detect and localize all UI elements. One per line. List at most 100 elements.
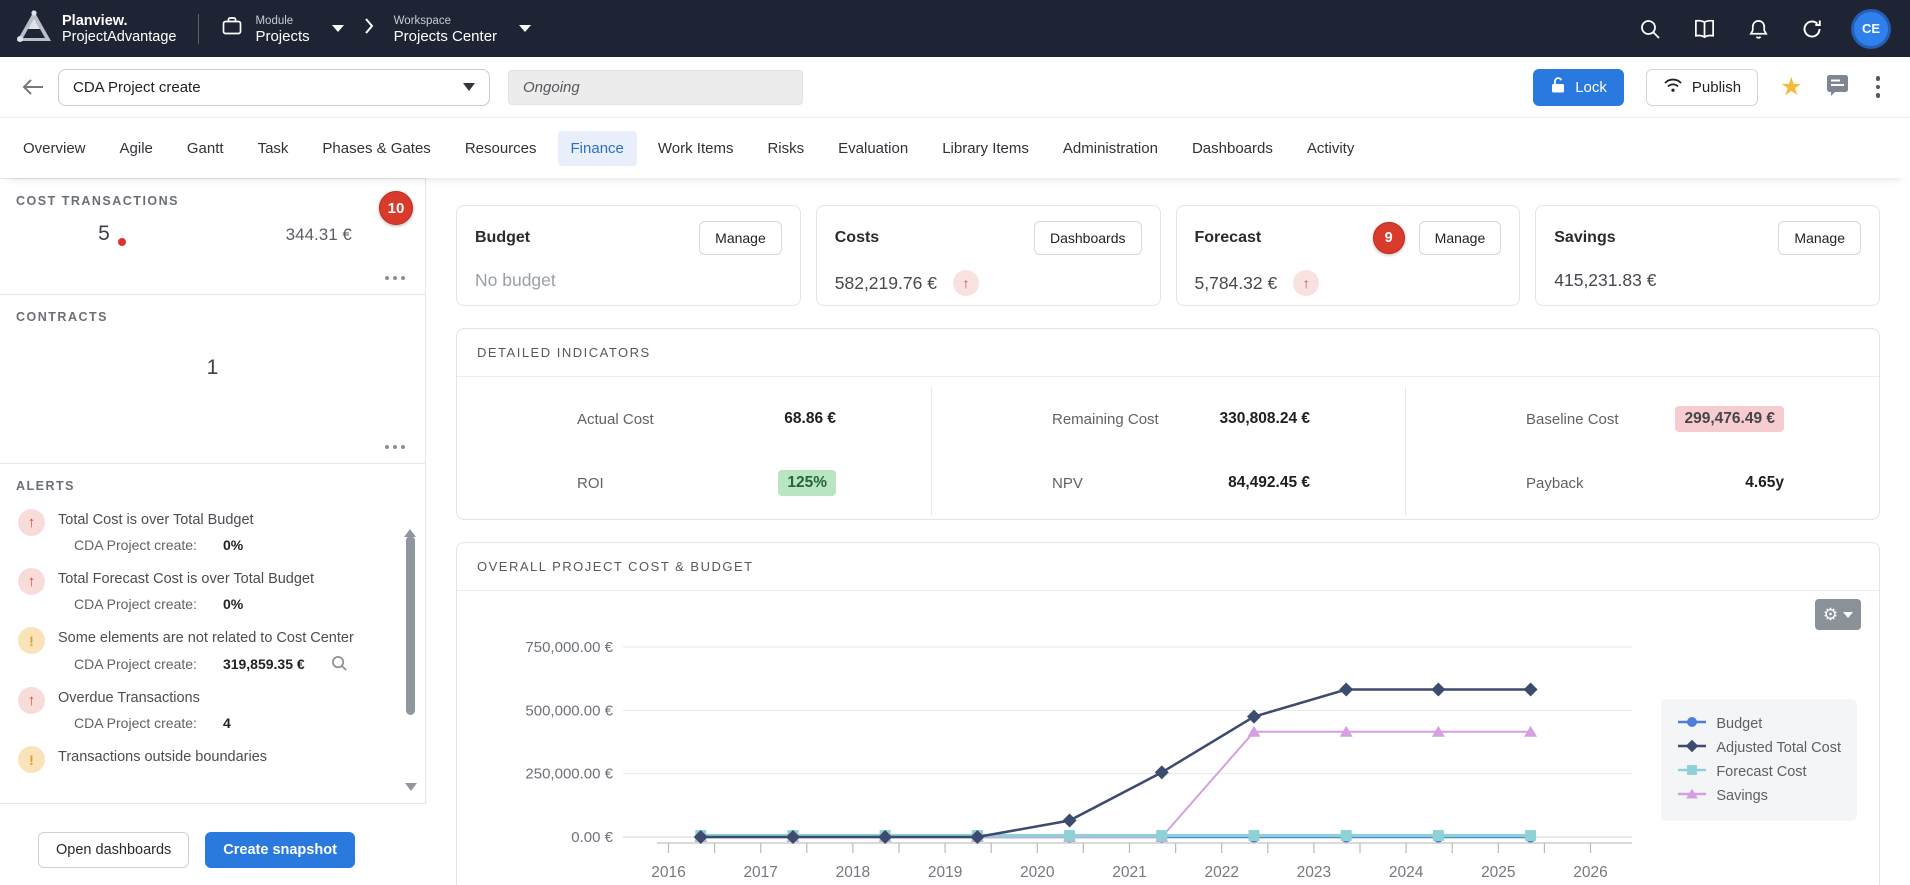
costs-dashboards-button[interactable]: Dashboards <box>1034 221 1142 255</box>
tab-activity[interactable]: Activity <box>1294 131 1368 166</box>
costs-card-title: Costs <box>835 229 879 247</box>
trend-up-icon: ↑ <box>1293 270 1319 296</box>
tab-overview[interactable]: Overview <box>10 131 99 166</box>
tab-task[interactable]: Task <box>245 131 302 166</box>
tab-agile[interactable]: Agile <box>107 131 166 166</box>
project-status-value: Ongoing <box>523 79 580 96</box>
legend-item-budget[interactable]: Budget <box>1677 712 1841 736</box>
svg-text:2017: 2017 <box>743 864 777 881</box>
back-arrow-icon[interactable] <box>18 72 48 102</box>
more-options-icon[interactable] <box>381 441 410 454</box>
tab-gantt[interactable]: Gantt <box>174 131 237 166</box>
indicator-value: 68.86 € <box>784 410 836 428</box>
legend-item-adjusted-total-cost[interactable]: Adjusted Total Cost <box>1677 736 1841 760</box>
indicator-value: 330,808.24 € <box>1219 410 1310 428</box>
feedback-comment-icon[interactable] <box>1825 73 1850 102</box>
svg-text:2020: 2020 <box>1020 864 1055 881</box>
alert-warning-icon: ! <box>18 746 45 773</box>
alert-item[interactable]: ! Some elements are not related to Cost … <box>18 627 391 672</box>
cost-budget-chart: 0.00 €250,000.00 €500,000.00 €750,000.00… <box>467 597 1697 885</box>
chart-series-savings <box>694 726 1537 842</box>
cost-budget-chart-panel: OVERALL PROJECT COST & BUDGET ⚙ 0.00 €25… <box>456 542 1880 885</box>
tab-finance[interactable]: Finance <box>558 131 637 166</box>
svg-text:2026: 2026 <box>1573 864 1607 881</box>
svg-text:750,000.00 €: 750,000.00 € <box>525 639 613 656</box>
chart-body: ⚙ 0.00 €250,000.00 €500,000.00 €750,000.… <box>457 591 1879 885</box>
publish-button[interactable]: Publish <box>1646 69 1758 106</box>
cost-transactions-panel: COST TRANSACTIONS 10 5 344.31 € <box>0 178 426 295</box>
scroll-up-icon[interactable] <box>404 512 416 537</box>
planview-brand[interactable]: Planview. ProjectAdvantage <box>16 10 176 47</box>
notifications-bell-icon[interactable] <box>1746 17 1770 41</box>
budget-card-title: Budget <box>475 229 530 247</box>
legend-item-forecast-cost[interactable]: Forecast Cost <box>1677 760 1841 784</box>
alert-item[interactable]: ↑ Total Forecast Cost is over Total Budg… <box>18 568 391 612</box>
indicator-label: Payback <box>1526 475 1584 492</box>
lock-button[interactable]: Lock <box>1533 69 1624 106</box>
chart-legend: Budget Adjusted Total Cost Forecast Cost… <box>1661 699 1857 821</box>
user-avatar[interactable]: CE <box>1854 12 1888 46</box>
tab-administration[interactable]: Administration <box>1050 131 1171 166</box>
tab-phases-gates[interactable]: Phases & Gates <box>309 131 443 166</box>
forecast-card: Forecast 9 Manage 5,784.32 € ↑ <box>1176 205 1521 306</box>
alert-item[interactable]: ! Transactions outside boundaries <box>18 746 391 765</box>
svg-text:2023: 2023 <box>1297 864 1331 881</box>
alert-warning-icon: ! <box>18 627 45 654</box>
svg-text:2025: 2025 <box>1481 864 1515 881</box>
tab-evaluation[interactable]: Evaluation <box>825 131 921 166</box>
planview-logo-icon <box>16 10 52 47</box>
legend-item-savings[interactable]: Savings <box>1677 784 1841 808</box>
more-options-icon[interactable] <box>381 272 410 285</box>
legend-marker-icon <box>1677 739 1707 757</box>
favorite-star-icon[interactable]: ★ <box>1780 75 1802 100</box>
svg-text:500,000.00 €: 500,000.00 € <box>525 702 613 719</box>
alert-item[interactable]: ↑ Overdue Transactions CDA Project creat… <box>18 687 391 731</box>
module-switcher[interactable]: Module Projects <box>221 14 343 44</box>
finance-sidebar: COST TRANSACTIONS 10 5 344.31 € CONTRACT… <box>0 178 426 885</box>
alert-search-icon[interactable] <box>331 655 348 672</box>
refresh-icon[interactable] <box>1800 17 1824 41</box>
project-tab-bar: Overview Agile Gantt Task Phases & Gates… <box>0 118 1910 178</box>
create-snapshot-button[interactable]: Create snapshot <box>205 832 355 868</box>
alerts-panel: ALERTS ↑ Total Cost is over Total Budget… <box>0 463 426 804</box>
search-icon[interactable] <box>1638 17 1662 41</box>
detailed-indicators-panel: DETAILED INDICATORS Actual Cost 68.86 € … <box>456 328 1880 520</box>
scrollbar-thumb[interactable] <box>406 536 415 715</box>
budget-value: No budget <box>475 270 782 291</box>
finance-main: Budget Manage No budget Costs Dashboards… <box>426 178 1910 885</box>
help-book-icon[interactable] <box>1692 17 1716 41</box>
project-status-field[interactable]: Ongoing <box>508 70 803 105</box>
workspace-switcher[interactable]: Workspace Projects Center <box>394 14 531 44</box>
alerts-scrollbar[interactable] <box>404 512 417 791</box>
budget-card: Budget Manage No budget <box>456 205 801 306</box>
tab-resources[interactable]: Resources <box>452 131 550 166</box>
project-select[interactable]: CDA Project create <box>58 69 490 106</box>
module-value: Projects <box>255 29 309 44</box>
tab-risks[interactable]: Risks <box>754 131 817 166</box>
alert-item[interactable]: ↑ Total Cost is over Total Budget CDA Pr… <box>18 509 391 553</box>
alert-dot <box>118 238 126 246</box>
topbar-divider <box>198 14 199 44</box>
tab-library-items[interactable]: Library Items <box>929 131 1042 166</box>
forecast-badge: 9 <box>1373 222 1405 254</box>
open-dashboards-button[interactable]: Open dashboards <box>38 832 189 868</box>
chart-settings-gear-icon[interactable]: ⚙ <box>1815 599 1861 630</box>
svg-text:0.00 €: 0.00 € <box>571 829 613 846</box>
savings-card: Savings Manage 415,231.83 € <box>1535 205 1880 306</box>
svg-text:2019: 2019 <box>928 864 962 881</box>
forecast-value: 5,784.32 € <box>1195 273 1278 294</box>
scroll-down-icon[interactable] <box>405 783 417 791</box>
brand-line2: ProjectAdvantage <box>62 29 176 45</box>
alert-error-icon: ↑ <box>18 509 45 536</box>
tab-dashboards[interactable]: Dashboards <box>1179 131 1286 166</box>
cost-transactions-amount: 344.31 € <box>286 225 352 245</box>
more-options-kebab-icon[interactable] <box>1872 72 1885 102</box>
tab-work-items[interactable]: Work Items <box>645 131 747 166</box>
chart-series-forecast-cost <box>695 830 1536 841</box>
forecast-manage-button[interactable]: Manage <box>1419 221 1502 255</box>
budget-manage-button[interactable]: Manage <box>699 221 782 255</box>
trend-up-icon: ↑ <box>953 270 979 296</box>
savings-manage-button[interactable]: Manage <box>1778 221 1861 255</box>
chevron-down-icon <box>332 25 344 32</box>
svg-text:2018: 2018 <box>836 864 870 881</box>
